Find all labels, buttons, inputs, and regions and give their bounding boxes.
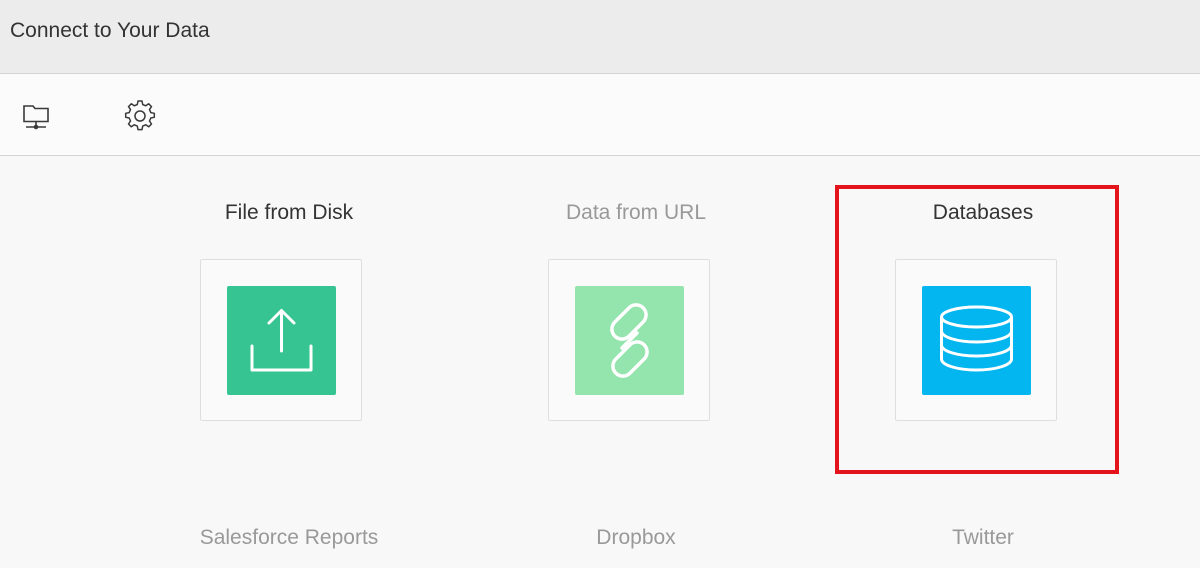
- upload-icon: [250, 309, 313, 372]
- dialog-title: Connect to Your Data: [10, 19, 210, 42]
- network-folder-icon: [23, 105, 49, 130]
- gear-icon: [124, 100, 156, 131]
- databases-label: Databases: [932, 201, 1034, 224]
- twitter-label[interactable]: Twitter: [863, 526, 1103, 550]
- dialog-header: Connect to Your Data: [0, 0, 1200, 74]
- database-icon: [940, 305, 1013, 372]
- upload-icon-box: [227, 286, 336, 395]
- data-from-url-tile[interactable]: [548, 259, 710, 421]
- dropbox-label[interactable]: Dropbox: [516, 526, 756, 550]
- link-icon: [610, 303, 649, 378]
- file-from-disk-tile[interactable]: [200, 259, 362, 421]
- settings-button[interactable]: [120, 96, 160, 136]
- salesforce-reports-label[interactable]: Salesforce Reports: [169, 526, 409, 550]
- toolbar: [0, 74, 1200, 156]
- data-from-url-label: Data from URL: [565, 201, 707, 224]
- link-icon-box: [575, 286, 684, 395]
- network-folder-button[interactable]: [16, 96, 56, 136]
- databases-tile[interactable]: [895, 259, 1057, 421]
- database-icon-box: [922, 286, 1031, 395]
- file-from-disk-label: File from Disk: [224, 201, 354, 224]
- data-sources-panel: File from Disk Data from URL Databases S…: [0, 156, 1200, 568]
